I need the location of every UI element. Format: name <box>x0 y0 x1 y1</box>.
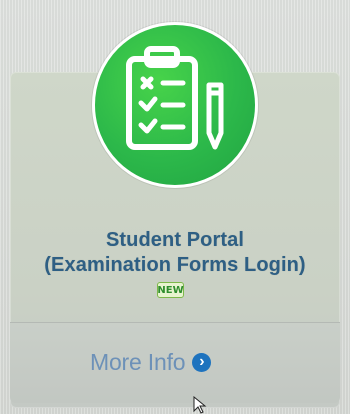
mouse-cursor-icon <box>193 396 207 414</box>
portal-icon-circle <box>92 22 258 188</box>
portal-title-line-1: Student Portal <box>105 229 245 251</box>
chevron-right-circle-icon: › <box>192 352 212 372</box>
new-badge: NEW <box>157 282 184 298</box>
portal-title-line-2: (Examination Forms Login) <box>44 254 306 276</box>
more-info-label: More Info <box>90 348 186 375</box>
more-info-link[interactable]: More Info › <box>90 348 212 376</box>
portal-title[interactable]: Student Portal (Examination Forms Login) <box>0 228 350 278</box>
clipboard-checklist-icon <box>126 46 224 150</box>
